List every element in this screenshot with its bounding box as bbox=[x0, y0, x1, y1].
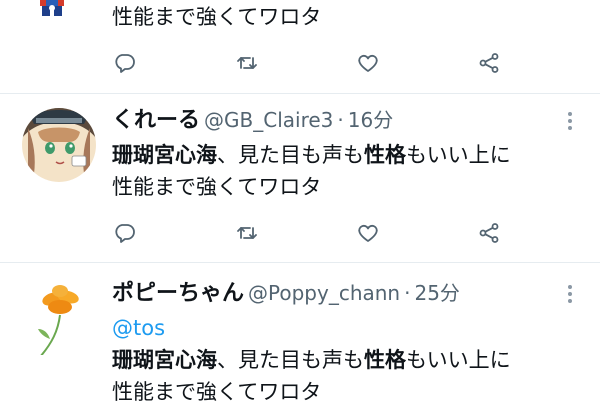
tweet-time[interactable]: 16分 bbox=[348, 108, 393, 132]
user-avatar[interactable] bbox=[22, 108, 96, 182]
user-avatar[interactable] bbox=[22, 281, 96, 355]
heart-icon[interactable] bbox=[353, 218, 383, 248]
reply-mention-link[interactable]: @tos bbox=[112, 313, 165, 343]
text-plain: もいい上に bbox=[406, 143, 511, 167]
user-handle[interactable]: @GB_Claire3 bbox=[204, 108, 333, 132]
share-icon[interactable] bbox=[474, 48, 504, 78]
time-separator: · bbox=[337, 108, 344, 132]
text-bold-word: 性格 bbox=[364, 348, 406, 372]
text-bold-name: 珊瑚宮心海 bbox=[112, 143, 217, 167]
retweet-icon[interactable] bbox=[232, 48, 262, 78]
text-bold-name: 珊瑚宮心海 bbox=[112, 348, 217, 372]
user-handle[interactable]: @Poppy_chann bbox=[248, 281, 400, 305]
retweet-icon[interactable] bbox=[232, 218, 262, 248]
tweet-card[interactable]: ポピーちゃん @Poppy_chann · 25分 @tos 珊瑚宮心海、見た目も声も… bbox=[0, 263, 600, 404]
tweet-header: くれーる @GB_Claire3 · 16分 bbox=[112, 106, 393, 136]
tweet-text-line-2: 性能まで強くてワロタ bbox=[112, 175, 322, 199]
reply-icon[interactable] bbox=[110, 218, 140, 248]
tweet-time[interactable]: 25分 bbox=[414, 281, 459, 305]
tweet-text-line-2: 性能まで強くてワロタ bbox=[112, 380, 322, 404]
text-plain: 、見た目も声も bbox=[217, 143, 364, 167]
text-plain: 、見た目も声も bbox=[217, 348, 364, 372]
tweet-card[interactable]: 性能まで強くてワロタ bbox=[0, 0, 600, 92]
tweet-actions bbox=[0, 48, 600, 78]
more-icon[interactable] bbox=[560, 110, 580, 134]
tweet-card[interactable]: くれーる @GB_Claire3 · 16分 珊瑚宮心海、見た目も声も性格もいい上に … bbox=[0, 94, 600, 262]
display-name[interactable]: ポピーちゃん bbox=[112, 281, 244, 306]
reply-icon[interactable] bbox=[110, 48, 140, 78]
tweet-text-line-2: 性能まで強くてワロタ bbox=[112, 5, 322, 29]
share-icon[interactable] bbox=[474, 218, 504, 248]
display-name[interactable]: くれーる bbox=[112, 108, 200, 133]
tweet-actions bbox=[0, 218, 600, 248]
tweet-text-line-1: 珊瑚宮心海、見た目も声も性格もいい上に bbox=[112, 140, 511, 170]
more-icon[interactable] bbox=[560, 283, 580, 307]
tweet-text-line-1: 珊瑚宮心海、見た目も声も性格もいい上に bbox=[112, 345, 511, 375]
text-bold-word: 性格 bbox=[364, 143, 406, 167]
heart-icon[interactable] bbox=[353, 48, 383, 78]
time-separator: · bbox=[404, 281, 411, 305]
tweet-header: ポピーちゃん @Poppy_chann · 25分 bbox=[112, 279, 460, 309]
text-plain: もいい上に bbox=[406, 348, 511, 372]
